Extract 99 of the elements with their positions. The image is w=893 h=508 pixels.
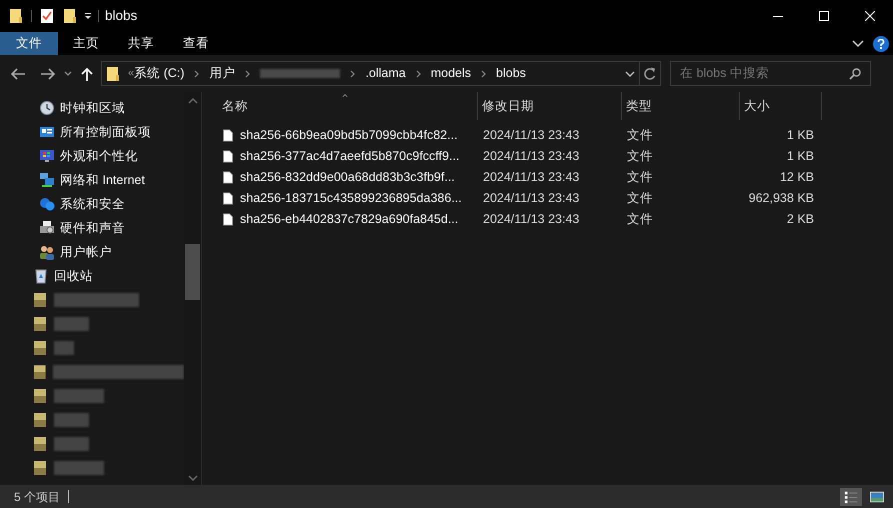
properties-icon[interactable]: [40, 8, 54, 24]
table-cell-text: 2024/11/13 23:43: [482, 190, 580, 208]
file-name[interactable]: sha256-832dd9e00a68dd83b3c3fb9f...: [240, 168, 455, 187]
ribbon-tab[interactable]: 共享: [114, 32, 168, 55]
table-cell-text: 2024/11/13 23:43: [482, 169, 580, 186]
table-cell-text: 文件: [626, 127, 654, 144]
redacted-block: [54, 341, 74, 355]
details-icon: [844, 490, 858, 504]
breadcrumb[interactable]: models: [430, 64, 472, 83]
maximize-icon: [819, 11, 829, 21]
table-cell-text: 文件: [626, 190, 654, 208]
folder-icon: [33, 388, 49, 404]
folder-icon: [106, 66, 120, 82]
printer-icon: [39, 220, 55, 236]
ribbon-tab[interactable]: 主页: [59, 32, 113, 55]
nav-item[interactable]: 系统和安全: [60, 194, 125, 214]
monitor-icon: [39, 148, 55, 164]
folder-icon: [33, 316, 49, 332]
ribbon-tab[interactable]: 文件: [0, 32, 58, 55]
table-cell-text: 文件: [626, 211, 654, 228]
table-cell-text: 2024/11/13 23:43: [482, 148, 580, 166]
table-cell-text: 962,938 KB: [748, 190, 815, 208]
redacted-block: [54, 317, 89, 331]
folder-icon: [33, 292, 49, 308]
table-cell-text: 文件: [626, 169, 654, 186]
recycle-bin-icon: [33, 268, 49, 284]
separator-icon[interactable]: [194, 70, 200, 78]
folder-icon: [33, 460, 49, 476]
back-icon[interactable]: [10, 66, 26, 80]
scrollbar-thumb[interactable]: [185, 244, 200, 300]
folder-icon: [33, 340, 49, 356]
separator-icon[interactable]: [481, 70, 486, 78]
nav-item[interactable]: 用户帐户: [60, 242, 112, 262]
column-header[interactable]: 类型: [622, 92, 740, 120]
redacted-block: [54, 461, 104, 475]
separator-icon[interactable]: [416, 70, 421, 78]
nav-item[interactable]: 外观和个性化: [60, 146, 138, 166]
table-cell-text: 文件: [626, 148, 654, 166]
up-icon[interactable]: [81, 66, 93, 80]
file-icon: [222, 170, 234, 185]
file-icon: [222, 191, 234, 206]
nav-item[interactable]: 时钟和区域: [60, 98, 125, 118]
refresh-icon[interactable]: [644, 67, 656, 80]
scroll-down-icon[interactable]: [188, 475, 198, 481]
redacted-block: [54, 389, 104, 403]
window-title: blobs: [105, 6, 138, 25]
search-field[interactable]: 在 blobs 中搜索: [670, 61, 871, 86]
breadcrumb[interactable]: .ollama: [365, 64, 406, 83]
folder-icon[interactable]: [9, 8, 23, 24]
file-name[interactable]: sha256-183715c435899236895da386...: [240, 189, 462, 208]
help-icon[interactable]: [873, 36, 889, 52]
breadcrumb[interactable]: 系统 (C:): [134, 64, 184, 83]
file-name[interactable]: sha256-377ac4d7aeefd5b870c9fccff9...: [240, 147, 460, 166]
item-count: 5 个项目: [14, 488, 60, 506]
dropdown-icon[interactable]: [625, 70, 635, 76]
search-icon: [849, 68, 861, 80]
nav-item[interactable]: 所有控制面板项: [60, 122, 151, 142]
recent-locations-icon[interactable]: [64, 70, 72, 76]
table-cell-text: 2024/11/13 23:43: [482, 127, 580, 144]
forward-icon[interactable]: [40, 66, 56, 80]
file-name[interactable]: sha256-eb4402837c7829a690fa845d...: [240, 210, 458, 229]
table-cell-text: 2024/11/13 23:43: [482, 211, 580, 228]
nav-item[interactable]: 回收站: [54, 266, 93, 286]
column-header[interactable]: 大小: [740, 92, 822, 120]
thumbnail-icon: [869, 490, 885, 504]
redacted-block: [54, 437, 89, 451]
file-icon: [222, 149, 234, 164]
network-icon: [39, 172, 55, 188]
separator-icon[interactable]: [245, 70, 250, 78]
table-cell-text: 12 KB: [778, 169, 815, 186]
file-name[interactable]: sha256-66b9ea09bd5b7099cbb4fc82...: [240, 126, 458, 145]
nav-item[interactable]: 硬件和声音: [60, 218, 125, 238]
scroll-up-icon[interactable]: [188, 98, 198, 104]
table-cell-text: 1 KB: [786, 148, 815, 166]
file-icon: [222, 212, 234, 227]
ribbon-tab[interactable]: 查看: [169, 32, 223, 55]
address-bar[interactable]: «系统 (C:) 用户 .ollama models blobs: [101, 61, 661, 86]
breadcrumb[interactable]: blobs: [496, 64, 526, 83]
breadcrumb[interactable]: 用户: [209, 64, 236, 83]
folder-icon[interactable]: [63, 8, 77, 24]
details-view-button[interactable]: [840, 488, 862, 506]
expand-ribbon-icon[interactable]: [852, 40, 864, 48]
column-header[interactable]: 修改日期: [478, 92, 622, 120]
nav-item[interactable]: 网络和 Internet: [60, 170, 145, 190]
clock-icon: [39, 100, 55, 116]
column-header[interactable]: 名称: [218, 92, 478, 120]
table-cell-text: 1 KB: [786, 127, 815, 144]
folder-icon: [33, 364, 48, 380]
table-cell-text: 2 KB: [786, 211, 815, 228]
folder-icon: [33, 412, 49, 428]
overflow-chevron[interactable]: «: [128, 65, 134, 82]
control-panel-icon: [39, 124, 55, 140]
dropdown-icon[interactable]: [84, 12, 92, 20]
folder-icon: [33, 436, 49, 452]
file-icon: [222, 128, 234, 143]
redacted-block: [54, 413, 89, 427]
close-icon: [865, 11, 875, 21]
users-icon: [39, 244, 55, 260]
separator-icon[interactable]: [350, 70, 356, 78]
